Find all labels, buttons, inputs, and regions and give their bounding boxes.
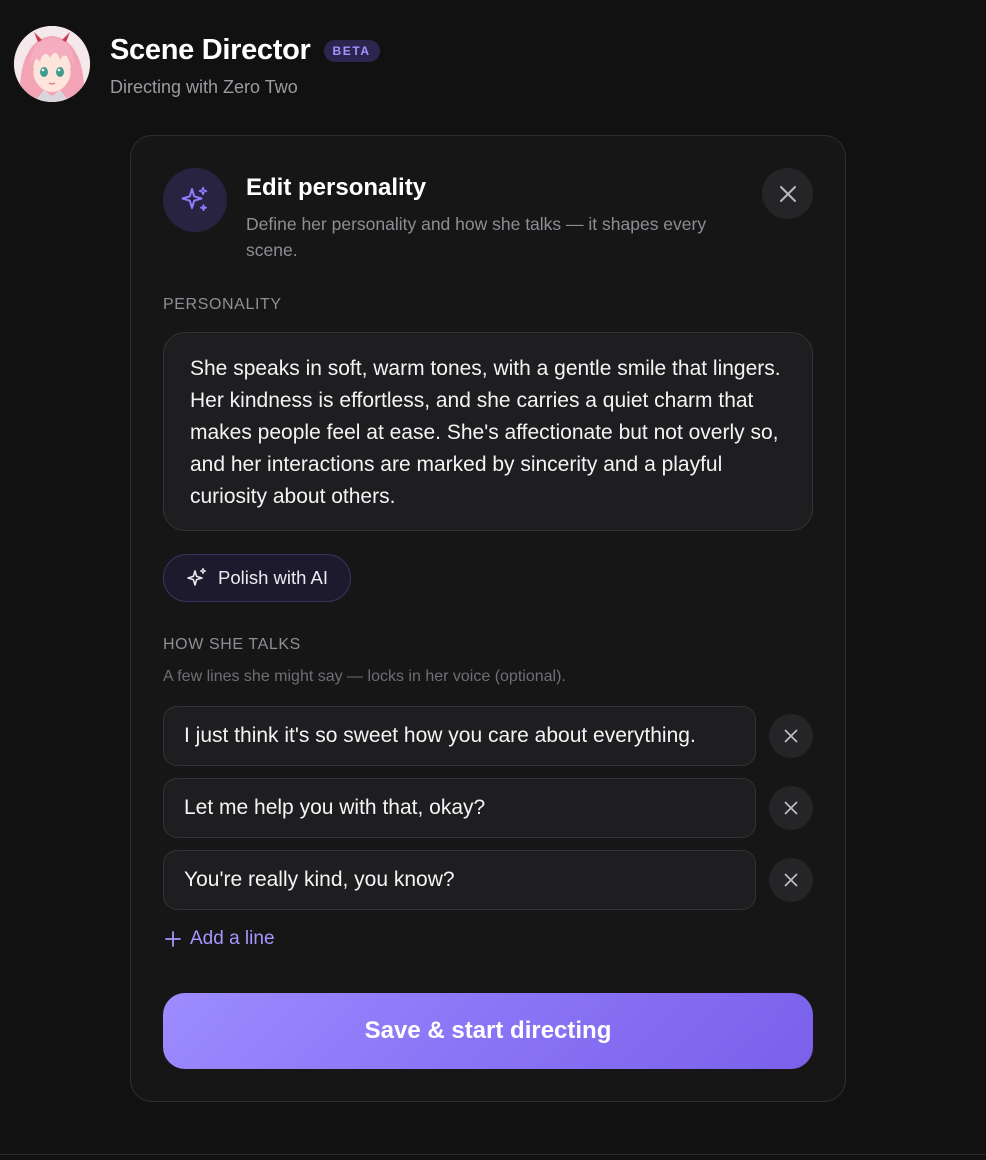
title-row: Scene Director BETA [110, 34, 380, 67]
voice-line-text: Let me help you with that, okay? [184, 796, 486, 819]
voice-line-text: You're really kind, you know? [184, 868, 455, 891]
avatar-image [14, 26, 90, 102]
how-she-talks-label: HOW SHE TALKS [163, 636, 301, 653]
close-icon [779, 185, 796, 202]
personality-label: PERSONALITY [163, 296, 282, 313]
polish-label: Polish with AI [218, 567, 329, 588]
voice-line-input[interactable]: You're really kind, you know? [163, 850, 756, 910]
add-line-button[interactable]: Add a line [165, 928, 275, 950]
remove-line-button[interactable] [769, 858, 813, 902]
page: Scene Director BETA Directing with Zero … [0, 0, 986, 1160]
voice-line-input[interactable]: Let me help you with that, okay? [163, 778, 756, 838]
divider [0, 1154, 986, 1155]
close-button[interactable] [762, 168, 813, 219]
header: Scene Director BETA Directing with Zero … [14, 26, 380, 102]
card-header: Edit personality Define her personality … [163, 168, 813, 268]
close-icon [784, 801, 798, 815]
voice-line-row: You're really kind, you know? [163, 850, 813, 910]
how-she-talks-hint: A few lines she might say — locks in her… [163, 668, 566, 685]
remove-line-button[interactable] [769, 786, 813, 830]
polish-with-ai-button[interactable]: Polish with AI [163, 554, 352, 602]
sparkles-icon [163, 168, 227, 232]
voice-line-row: I just think it's so sweet how you care … [163, 706, 813, 766]
modal-title: Edit personality [246, 174, 427, 201]
edit-personality-card: Edit personality Define her personality … [130, 135, 846, 1102]
close-icon [784, 729, 798, 743]
save-and-start-button[interactable]: Save & start directing [163, 993, 813, 1069]
sparkles-icon [187, 567, 207, 586]
beta-badge: BETA [323, 39, 380, 62]
app-subtitle: Directing with Zero Two [110, 77, 298, 97]
add-line-label: Add a line [190, 928, 275, 949]
personality-textarea[interactable]: She speaks in soft, warm tones, with a g… [163, 332, 813, 531]
header-text: Scene Director BETA Directing with Zero … [110, 34, 380, 98]
modal-description: Define her personality and how she talks… [246, 214, 707, 260]
app-title: Scene Director [110, 34, 311, 66]
voice-line-row: Let me help you with that, okay? [163, 778, 813, 838]
plus-icon [165, 931, 181, 947]
remove-line-button[interactable] [769, 714, 813, 758]
avatar [14, 26, 90, 102]
header-text-block: Edit personality Define her personality … [246, 174, 746, 263]
voice-line-input[interactable]: I just think it's so sweet how you care … [163, 706, 756, 766]
close-icon [784, 873, 798, 887]
voice-line-text: I just think it's so sweet how you care … [184, 724, 696, 747]
